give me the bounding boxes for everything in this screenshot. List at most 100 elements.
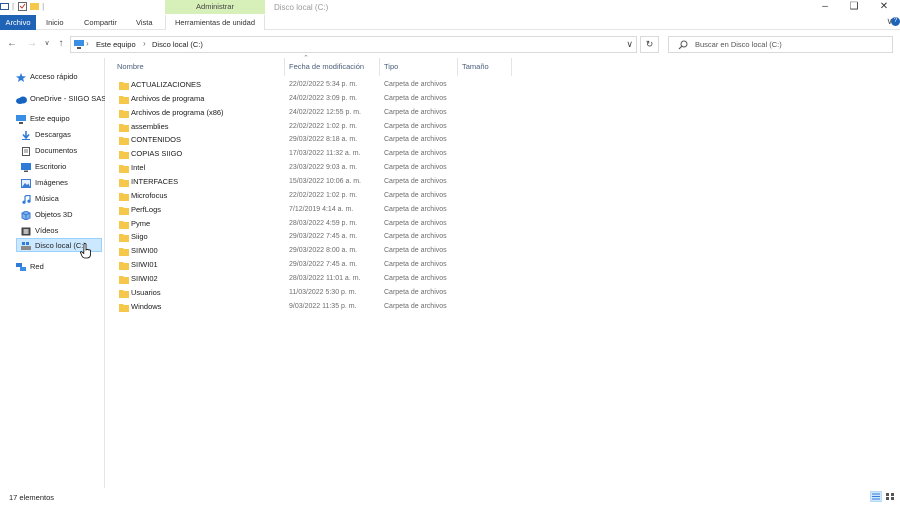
file-row[interactable]: SIIWI01 29/03/2022 7:45 a. m. Carpeta de a…: [116, 259, 466, 273]
column-nombre[interactable]: Nombre: [113, 58, 285, 76]
file-row[interactable]: Archivos de programa 24/02/2022 3:09 p. m…: [116, 93, 466, 107]
nav-acceso-rapido[interactable]: Acceso rápido: [16, 70, 104, 84]
file-date: 23/03/2022 9:03 a. m.: [289, 164, 358, 172]
search-box[interactable]: [668, 36, 893, 53]
file-date: 22/02/2022 1:02 p. m.: [289, 122, 358, 130]
file-type: Carpeta de archivos: [384, 136, 447, 144]
nav-objetos-3d[interactable]: Objetos 3D: [21, 208, 104, 222]
video-icon: [21, 227, 31, 238]
file-type: Carpeta de archivos: [384, 81, 447, 88]
column-tipo[interactable]: Tipo: [380, 58, 458, 76]
column-fecha-modificacion[interactable]: Fecha de modificación: [285, 58, 380, 76]
explorer-icon[interactable]: [0, 2, 9, 11]
file-name: Intel: [131, 163, 146, 173]
tab-inicio[interactable]: Inicio: [46, 15, 64, 30]
file-name: SIIWI01: [131, 260, 158, 270]
file-row[interactable]: Intel 23/03/2022 9:03 a. m. Carpeta de arc…: [116, 162, 466, 176]
file-name: Archivos de programa: [131, 93, 205, 103]
address-dropdown-icon[interactable]: ∨: [626, 39, 633, 50]
file-type: Carpeta de archivos: [384, 177, 447, 185]
folder-icon: [119, 136, 129, 147]
cloud-icon: [16, 95, 27, 106]
recent-locations-icon[interactable]: ∨: [41, 37, 53, 51]
new-folder-icon[interactable]: [30, 2, 40, 11]
network-icon: [16, 263, 26, 274]
folder-icon: [119, 289, 129, 300]
file-row[interactable]: Siigo 29/03/2022 7:45 a. m. Carpeta de arc…: [116, 231, 466, 245]
file-row[interactable]: Windows 9/03/2022 11:35 p. m. Carpeta de a…: [116, 301, 466, 315]
tab-compartir[interactable]: Compartir: [84, 15, 117, 30]
file-type: Carpeta de archivos: [384, 302, 447, 310]
forward-icon[interactable]: →: [26, 37, 38, 51]
desktop-icon: [21, 163, 31, 174]
search-input[interactable]: [695, 39, 885, 50]
file-date: 24/02/2022 12:55 p. m.: [289, 108, 361, 116]
search-icon: [678, 40, 688, 52]
file-date: 11/03/2022 5:30 p. m.: [289, 288, 357, 296]
file-row[interactable]: assemblies 22/02/2022 1:02 p. m. Carpeta d…: [116, 121, 466, 135]
file-row[interactable]: COPIAS SIIGO 17/03/2022 11:32 a. m. Carpet…: [116, 148, 466, 162]
file-row[interactable]: SIIWI00 29/03/2022 8:00 a. m. Carpeta de a…: [116, 245, 466, 259]
file-row[interactable]: Microfocus 22/02/2022 1:02 p. m. Carpeta d…: [116, 190, 466, 204]
column-tamano[interactable]: Tamaño: [458, 58, 512, 76]
file-row[interactable]: Usuarios 11/03/2022 5:30 p. m. Carpeta de …: [116, 287, 466, 301]
image-icon: [21, 179, 31, 190]
nav-descargas[interactable]: Descargas: [21, 128, 104, 142]
close-icon[interactable]: ✕: [877, 1, 891, 13]
file-date: 22/02/2022 5:34 p. m.: [289, 81, 358, 88]
file-row[interactable]: CONTENIDOS 29/03/2022 8:18 a. m. Carpeta d…: [116, 134, 466, 148]
file-type: Carpeta de archivos: [384, 205, 447, 213]
file-type: Carpeta de archivos: [384, 94, 447, 102]
file-row[interactable]: Pyme 28/03/2022 4:59 p. m. Carpeta de arch…: [116, 218, 466, 232]
file-row[interactable]: SIIWI02 28/03/2022 11:01 a. m. Carpeta de …: [116, 273, 466, 287]
file-date: 29/03/2022 8:18 a. m.: [289, 136, 358, 144]
file-date: 29/03/2022 7:45 a. m.: [289, 233, 358, 241]
nav-musica[interactable]: Música: [21, 192, 104, 206]
folder-icon: [119, 206, 129, 217]
tab-vista[interactable]: Vista: [136, 15, 153, 30]
file-row[interactable]: ACTUALIZACIONES 22/02/2022 5:34 p. m. Carp…: [116, 79, 466, 93]
nav-escritorio[interactable]: Escritorio: [21, 160, 104, 174]
file-row[interactable]: PerfLogs 7/12/2019 4:14 a. m. Carpeta de a…: [116, 204, 466, 218]
file-row[interactable]: Archivos de programa (x86) 24/02/2022 12:…: [116, 107, 466, 121]
back-icon[interactable]: ←: [6, 37, 18, 51]
nav-videos[interactable]: Vídeos: [21, 224, 104, 238]
nav-red[interactable]: Red: [16, 260, 104, 274]
folder-icon: [119, 81, 129, 92]
minimize-icon[interactable]: –: [818, 1, 832, 13]
file-name: ACTUALIZACIONES: [131, 80, 202, 89]
breadcrumb-separator-icon[interactable]: ›: [143, 39, 146, 48]
file-date: 7/12/2019 4:14 a. m.: [289, 205, 354, 213]
file-name: INTERFACES: [131, 176, 179, 186]
download-icon: [21, 131, 31, 142]
nav-onedrive[interactable]: OneDrive - SIIGO SAS: [16, 92, 105, 106]
nav-este-equipo[interactable]: Este equipo: [16, 112, 104, 126]
up-icon[interactable]: ↑: [55, 37, 67, 51]
folder-icon: [119, 192, 129, 203]
help-icon[interactable]: ?: [891, 17, 900, 26]
maximize-icon[interactable]: ❑: [847, 1, 861, 13]
quick-access-toolbar: | |: [0, 2, 44, 11]
refresh-icon[interactable]: ↻: [640, 36, 659, 53]
hand-cursor-icon: [80, 243, 92, 261]
file-type: Carpeta de archivos: [384, 122, 447, 130]
properties-icon[interactable]: [18, 2, 28, 11]
breadcrumb-separator-icon[interactable]: ›: [86, 39, 89, 48]
file-name: SIIWI00: [131, 246, 158, 256]
file-name: Usuarios: [131, 287, 161, 297]
breadcrumb-este-equipo[interactable]: Este equipo: [96, 40, 136, 49]
nav-imagenes[interactable]: Imágenes: [21, 176, 104, 190]
nav-documentos[interactable]: Documentos: [21, 144, 104, 158]
details-view-icon[interactable]: [870, 491, 882, 502]
file-type: Carpeta de archivos: [384, 108, 447, 116]
file-name: Siigo: [131, 232, 148, 242]
tab-herramientas-unidad[interactable]: Herramientas de unidad: [165, 15, 265, 30]
breadcrumb-disco-local[interactable]: Disco local (C:): [152, 40, 203, 49]
file-row[interactable]: INTERFACES 15/03/2022 10:06 a. m. Carpeta …: [116, 176, 466, 190]
folder-icon: [119, 303, 129, 314]
large-icons-view-icon[interactable]: [884, 491, 896, 502]
file-type: Carpeta de archivos: [384, 164, 447, 172]
tab-archivo[interactable]: Archivo: [0, 15, 36, 30]
folder-icon: [119, 164, 129, 175]
address-bar[interactable]: › Este equipo › Disco local (C:) ∨: [70, 36, 637, 53]
